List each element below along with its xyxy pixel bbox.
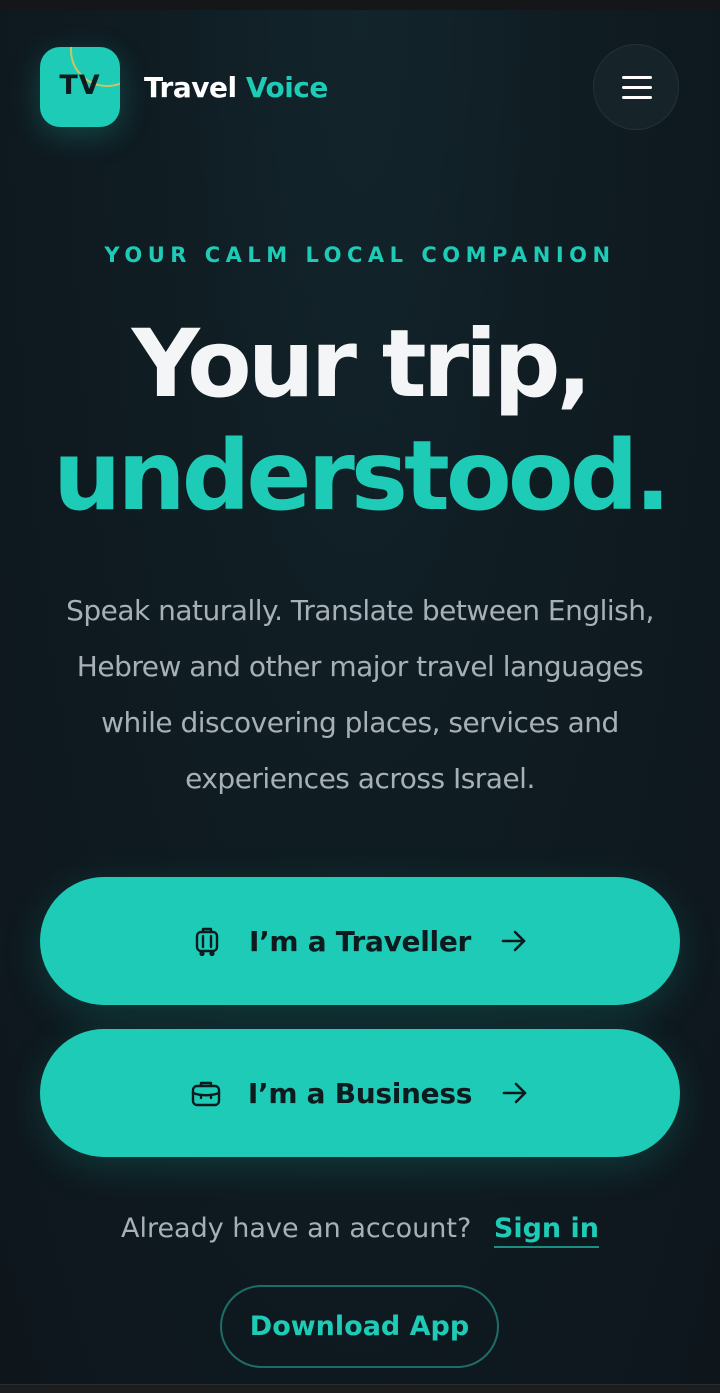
hero-eyebrow: YOUR CALM LOCAL COMPANION bbox=[104, 243, 616, 267]
brand-word-travel: Travel bbox=[144, 71, 237, 104]
download-app-button[interactable]: Download App bbox=[220, 1285, 499, 1368]
business-button[interactable]: I’m a Business bbox=[40, 1029, 680, 1157]
traveller-button[interactable]: I’m a Traveller bbox=[40, 877, 680, 1005]
hero-headline-line2: understood. bbox=[53, 420, 671, 532]
menu-button[interactable] bbox=[593, 44, 679, 130]
briefcase-icon bbox=[191, 1081, 221, 1107]
traveller-button-label: I’m a Traveller bbox=[248, 924, 472, 958]
arrow-right-icon bbox=[502, 1082, 527, 1104]
hero-headline-line1: Your trip, bbox=[131, 310, 593, 419]
arrow-right-icon bbox=[501, 930, 526, 952]
account-prompt-row: Already have an account? Sign in bbox=[0, 1213, 720, 1248]
account-prompt-text: Already have an account? bbox=[120, 1213, 472, 1244]
brand-word-voice: Voice bbox=[245, 71, 329, 104]
business-button-label: I’m a Business bbox=[247, 1076, 473, 1110]
luggage-icon bbox=[195, 927, 219, 957]
landing-page: TV Travel Voice YOUR CALM LOCAL COMPANIO… bbox=[0, 10, 720, 1384]
hero-description: Speak naturally. Translate between Engli… bbox=[66, 594, 654, 795]
brand-name[interactable]: Travel Voice bbox=[144, 71, 328, 104]
logo-monogram: TV bbox=[59, 70, 101, 101]
app-logo[interactable]: TV bbox=[40, 47, 120, 127]
sign-in-link[interactable]: Sign in bbox=[493, 1213, 600, 1248]
status-bar bbox=[0, 0, 720, 10]
